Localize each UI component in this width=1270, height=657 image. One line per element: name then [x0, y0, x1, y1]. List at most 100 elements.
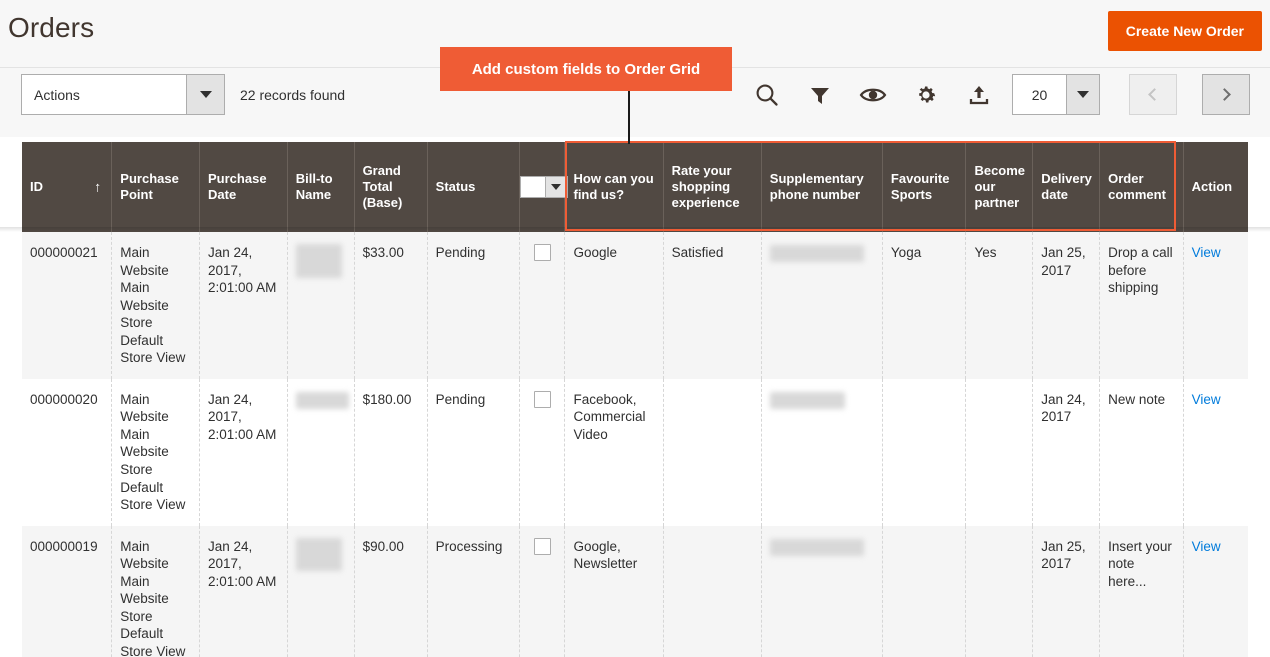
cell-id: 000000019 — [22, 525, 113, 657]
page-size-value: 20 — [1031, 86, 1048, 103]
redacted-value: Chinh Nguyen — [295, 537, 343, 572]
chevron-left-icon — [1148, 88, 1161, 101]
cell-action[interactable]: View — [1183, 378, 1248, 526]
gear-icon[interactable] — [899, 74, 952, 115]
callout-connector-line — [628, 91, 630, 144]
column-header-order-comment[interactable]: Order comment — [1099, 142, 1184, 232]
chevron-down-icon — [551, 184, 562, 190]
cell-row-select[interactable] — [519, 378, 566, 526]
view-order-link[interactable]: View — [1192, 245, 1221, 260]
table-row[interactable]: 000000019 Main Website Main Website Stor… — [22, 525, 1248, 657]
column-header-purchase-point[interactable]: Purchase Point — [111, 142, 201, 232]
eye-icon[interactable] — [846, 74, 899, 115]
cell-id: 000000021 — [22, 232, 113, 379]
column-header-select-all[interactable] — [519, 142, 568, 232]
redacted-value: Test Test — [295, 391, 350, 409]
cell-purchase-date: Jan 24, 2017, 2:01:00 AM — [199, 525, 288, 657]
cell-status: Pending — [427, 378, 520, 526]
cell-supplementary-phone: 1234567890 — [761, 378, 883, 526]
column-header-supplementary-phone-number[interactable]: Supplementary phone number — [761, 142, 883, 232]
cell-purchase-date: Jan 24, 2017, 2:01:00 AM — [199, 378, 288, 526]
select-all-dropdown[interactable] — [544, 177, 567, 197]
sort-ascending-icon: ↑ — [94, 178, 102, 195]
column-header-rate-your-shopping-experience[interactable]: Rate your shopping experience — [663, 142, 762, 232]
cell-purchase-point: Main Website Main Website Store Default … — [111, 378, 201, 526]
table-row[interactable]: 000000020 Main Website Main Website Stor… — [22, 378, 1248, 526]
actions-dropdown-label: Actions — [34, 86, 80, 103]
view-order-link[interactable]: View — [1192, 539, 1221, 554]
create-new-order-button[interactable]: Create New Order — [1107, 11, 1262, 51]
cell-purchase-point: Main Website Main Website Store Default … — [111, 525, 201, 657]
view-order-link[interactable]: View — [1192, 392, 1221, 407]
cell-action[interactable]: View — [1183, 232, 1248, 379]
cell-rate-shopping-experience: Satisfied — [663, 232, 762, 379]
cell-order-comment: Insert your note here... — [1099, 525, 1184, 657]
cell-order-comment: Drop a call before shipping — [1099, 232, 1184, 379]
records-found-label: 22 records found — [240, 86, 346, 103]
previous-page-button[interactable] — [1129, 74, 1177, 115]
cell-purchase-date: Jan 24, 2017, 2:01:00 AM — [199, 232, 288, 379]
cell-delivery-date: Jan 25, 2017 — [1032, 525, 1101, 657]
page-size-arrow[interactable] — [1066, 75, 1099, 114]
cell-order-comment: New note — [1099, 378, 1184, 526]
search-icon[interactable] — [740, 74, 793, 115]
page-title: Orders — [8, 12, 95, 43]
orders-grid-container: ID ↑ Purchase Point Purchase Date Bill-t… — [0, 137, 1270, 657]
redacted-value: +1 0862345678 — [769, 245, 865, 262]
cell-rate-shopping-experience — [663, 378, 762, 526]
cell-supplementary-phone: +1 0862345678 — [761, 232, 883, 379]
chevron-down-icon — [1077, 91, 1089, 98]
cell-how-can-you-find-us: Google — [564, 232, 664, 379]
cell-grand-total: $180.00 — [354, 378, 428, 526]
select-all-control[interactable] — [519, 176, 568, 198]
column-header-how-can-you-find-us[interactable]: How can you find us? — [564, 142, 664, 232]
column-header-label: ID — [30, 178, 43, 194]
redacted-value: Chinh Nguyen — [295, 244, 343, 278]
cell-favourite-sports — [882, 378, 967, 526]
select-all-checkbox[interactable] — [520, 177, 545, 197]
cell-bill-to-name: Test Test — [287, 378, 355, 526]
actions-dropdown[interactable]: Actions — [21, 74, 225, 115]
next-page-button[interactable] — [1202, 74, 1250, 115]
orders-grid: ID ↑ Purchase Point Purchase Date Bill-t… — [22, 142, 1248, 657]
column-header-action: Action — [1183, 142, 1248, 232]
column-header-bill-to-name[interactable]: Bill-to Name — [287, 142, 355, 232]
cell-how-can-you-find-us: Facebook, Commercial Video — [564, 378, 664, 526]
toolbar-icon-group — [740, 74, 1005, 115]
column-header-become-our-partner[interactable]: Become our partner — [965, 142, 1034, 232]
grid-header-row: ID ↑ Purchase Point Purchase Date Bill-t… — [22, 142, 1248, 232]
cell-rate-shopping-experience — [663, 525, 762, 657]
filter-icon[interactable] — [793, 74, 846, 115]
column-header-grand-total[interactable]: Grand Total (Base) — [354, 142, 428, 232]
column-header-status[interactable]: Status — [427, 142, 520, 232]
chevron-right-icon — [1218, 88, 1231, 101]
column-header-purchase-date[interactable]: Purchase Date — [199, 142, 288, 232]
cell-favourite-sports: Yoga — [882, 232, 967, 379]
cell-row-select[interactable] — [519, 232, 566, 379]
export-icon[interactable] — [952, 74, 1005, 115]
cell-favourite-sports — [882, 525, 967, 657]
cell-become-our-partner — [965, 378, 1034, 526]
row-checkbox[interactable] — [533, 537, 551, 555]
row-checkbox[interactable] — [533, 390, 551, 408]
page-size-selector[interactable]: 20 — [1012, 74, 1100, 115]
cell-supplementary-phone: +1 0862345678 — [761, 525, 883, 657]
actions-dropdown-arrow[interactable] — [186, 75, 224, 114]
column-header-delivery-date[interactable]: Delivery date — [1032, 142, 1101, 232]
cell-delivery-date: Jan 24, 2017 — [1032, 378, 1101, 526]
row-checkbox[interactable] — [533, 244, 551, 261]
cell-status: Pending — [427, 232, 520, 379]
table-row[interactable]: 000000021 Main Website Main Website Stor… — [22, 232, 1248, 379]
orders-page: Orders Create New Order Actions 22 recor… — [0, 0, 1270, 657]
cell-become-our-partner — [965, 525, 1034, 657]
cell-status: Processing — [427, 525, 520, 657]
chevron-down-icon — [199, 91, 212, 98]
callout-tooltip: Add custom fields to Order Grid — [440, 47, 732, 91]
cell-bill-to-name: Chinh Nguyen — [287, 232, 355, 379]
cell-row-select[interactable] — [519, 525, 566, 657]
grid-body: 000000021 Main Website Main Website Stor… — [22, 232, 1248, 657]
cell-how-can-you-find-us: Google, Newsletter — [564, 525, 664, 657]
column-header-favourite-sports[interactable]: Favourite Sports — [882, 142, 967, 232]
cell-action[interactable]: View — [1183, 525, 1248, 657]
column-header-id[interactable]: ID ↑ — [22, 142, 113, 232]
